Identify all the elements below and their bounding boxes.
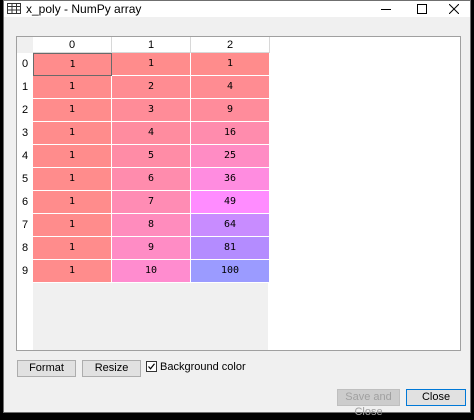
table-cell[interactable]: 1	[33, 214, 112, 237]
column-header-0[interactable]: 0	[33, 37, 112, 53]
background-color-label: Background color	[160, 361, 246, 373]
table-cell[interactable]: 9	[112, 237, 191, 260]
table-cell[interactable]: 4	[112, 122, 191, 145]
table-cell[interactable]: 1	[191, 53, 270, 76]
checkmark-icon	[148, 363, 155, 370]
table-cell[interactable]: 1	[33, 122, 112, 145]
format-button[interactable]: Format	[17, 360, 76, 377]
column-header-1[interactable]: 1	[112, 37, 191, 53]
table-cell[interactable]: 1	[112, 53, 191, 76]
table-cell[interactable]: 1	[33, 76, 112, 99]
table-grid-icon	[7, 3, 21, 14]
row-header-5[interactable]: 5	[17, 168, 33, 191]
table-cell[interactable]: 25	[191, 145, 270, 168]
row-header-1[interactable]: 1	[17, 76, 33, 99]
table-cell[interactable]: 5	[112, 145, 191, 168]
table-cell[interactable]: 4	[191, 76, 270, 99]
table-cell[interactable]: 1	[33, 260, 112, 283]
array-table[interactable]: 0 1 2 0 1 1 1 1 1 2 4 2 1 3 9 3 1 4 16 4 1 5 25 5 1 6 36 6 1 7 49 7 1…	[16, 36, 461, 351]
table-cell[interactable]: 9	[191, 99, 270, 122]
table-cell[interactable]: 2	[112, 76, 191, 99]
row-header-0[interactable]: 0	[17, 53, 33, 76]
row-header-8[interactable]: 8	[17, 237, 33, 260]
table-corner	[17, 37, 33, 53]
table-cell[interactable]: 3	[112, 99, 191, 122]
close-window-button[interactable]	[436, 1, 472, 17]
row-header-6[interactable]: 6	[17, 191, 33, 214]
table-cell[interactable]: 6	[112, 168, 191, 191]
table-cell[interactable]: 1	[33, 191, 112, 214]
table-cell[interactable]: 64	[191, 214, 270, 237]
table-cell[interactable]: 100	[191, 260, 270, 283]
window-title: x_poly - NumPy array	[26, 2, 142, 16]
title-bar: x_poly - NumPy array	[4, 1, 470, 17]
table-cell[interactable]: 16	[191, 122, 270, 145]
close-button[interactable]: Close	[406, 389, 466, 406]
row-header-3[interactable]: 3	[17, 122, 33, 145]
table-cell[interactable]: 49	[191, 191, 270, 214]
row-header-7[interactable]: 7	[17, 214, 33, 237]
table-cell[interactable]: 1	[33, 145, 112, 168]
row-header-4[interactable]: 4	[17, 145, 33, 168]
background-color-checkbox[interactable]	[146, 361, 157, 372]
row-header-2[interactable]: 2	[17, 99, 33, 122]
save-and-close-button[interactable]: Save and Close	[337, 389, 400, 418]
table-cell[interactable]: 1	[33, 99, 112, 122]
table-cell[interactable]: 1	[33, 53, 112, 76]
numpy-array-window: x_poly - NumPy array 0 1 2 0111112421393…	[3, 0, 471, 418]
table-cell[interactable]: 1	[33, 168, 112, 191]
resize-button[interactable]: Resize	[82, 360, 141, 377]
table-cell[interactable]: 36	[191, 168, 270, 191]
close-icon	[449, 4, 459, 14]
maximize-button[interactable]	[404, 1, 440, 17]
table-cell[interactable]: 81	[191, 237, 270, 260]
table-cell[interactable]: 10	[112, 260, 191, 283]
minimize-icon	[381, 9, 391, 10]
table-cell[interactable]: 1	[33, 237, 112, 260]
table-cell[interactable]: 7	[112, 191, 191, 214]
row-header-9[interactable]: 9	[17, 260, 33, 283]
table-cell[interactable]: 8	[112, 214, 191, 237]
column-header-2[interactable]: 2	[191, 37, 270, 53]
table-empty-area	[33, 283, 268, 350]
maximize-icon	[417, 4, 427, 14]
minimize-button[interactable]	[368, 1, 404, 17]
